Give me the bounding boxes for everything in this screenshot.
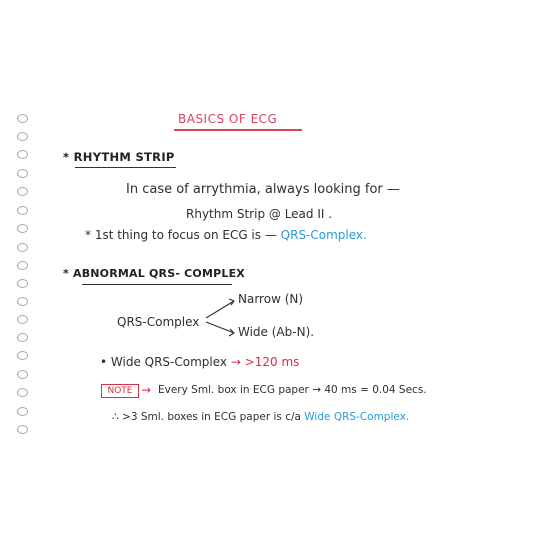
binder-ring <box>17 187 28 196</box>
binder-ring <box>17 206 28 215</box>
binder-ring <box>17 297 28 306</box>
qrs-highlight: QRS-Complex. <box>280 228 367 242</box>
rhythm-strip-heading: * RHYTHM STRIP <box>63 150 175 164</box>
binder-ring <box>17 351 28 360</box>
narrow-label: Narrow (N) <box>238 292 304 306</box>
binder-ring <box>17 425 28 434</box>
first-thing-text: * 1st thing to focus on ECG is — <box>85 228 281 242</box>
wide-qrs-highlight: Wide QRS-Complex. <box>304 411 410 423</box>
title-underline <box>174 129 302 131</box>
wide-label: Wide (Ab-N). <box>238 325 315 339</box>
wide-qrs-value: → >120 ms <box>230 355 300 369</box>
abnormal-qrs-heading: * ABNORMAL QRS- COMPLEX <box>63 267 245 280</box>
wide-qrs-text: • Wide QRS-Complex <box>100 355 231 369</box>
binder-ring <box>17 150 28 159</box>
rhythm-strip-underline <box>75 167 176 169</box>
note-badge: NOTE <box>101 384 139 398</box>
binder-ring <box>17 370 28 379</box>
abnormal-qrs-underline <box>82 284 232 286</box>
binder-ring <box>17 315 28 324</box>
note-arrow: → <box>141 383 152 397</box>
binder-ring <box>17 407 28 416</box>
arrhythmia-line: In case of arrythmia, always looking for… <box>126 182 400 197</box>
therefore-text: ∴ >3 Sml. boxes in ECG paper is c/a <box>112 411 305 423</box>
qrs-complex-label: QRS-Complex <box>117 315 200 329</box>
binder-ring <box>17 114 28 123</box>
binder-ring <box>17 224 28 233</box>
binder-ring <box>17 261 28 270</box>
lead-ii-line: Rhythm Strip @ Lead II . <box>186 207 333 221</box>
binder-ring <box>17 132 28 141</box>
note-text: Every Sml. box in ECG paper → 40 ms = 0.… <box>158 384 427 396</box>
binder-ring <box>17 388 28 397</box>
therefore-line: ∴ >3 Sml. boxes in ECG paper is c/a Wide… <box>112 411 409 423</box>
page-title: BASICS OF ECG <box>178 112 278 126</box>
binder-ring <box>17 333 28 342</box>
binder-ring <box>17 243 28 252</box>
wide-qrs-line: • Wide QRS-Complex → >120 ms <box>100 355 299 369</box>
binder-ring <box>17 279 28 288</box>
first-thing-line: * 1st thing to focus on ECG is — QRS-Com… <box>85 228 367 242</box>
binder-ring <box>17 169 28 178</box>
